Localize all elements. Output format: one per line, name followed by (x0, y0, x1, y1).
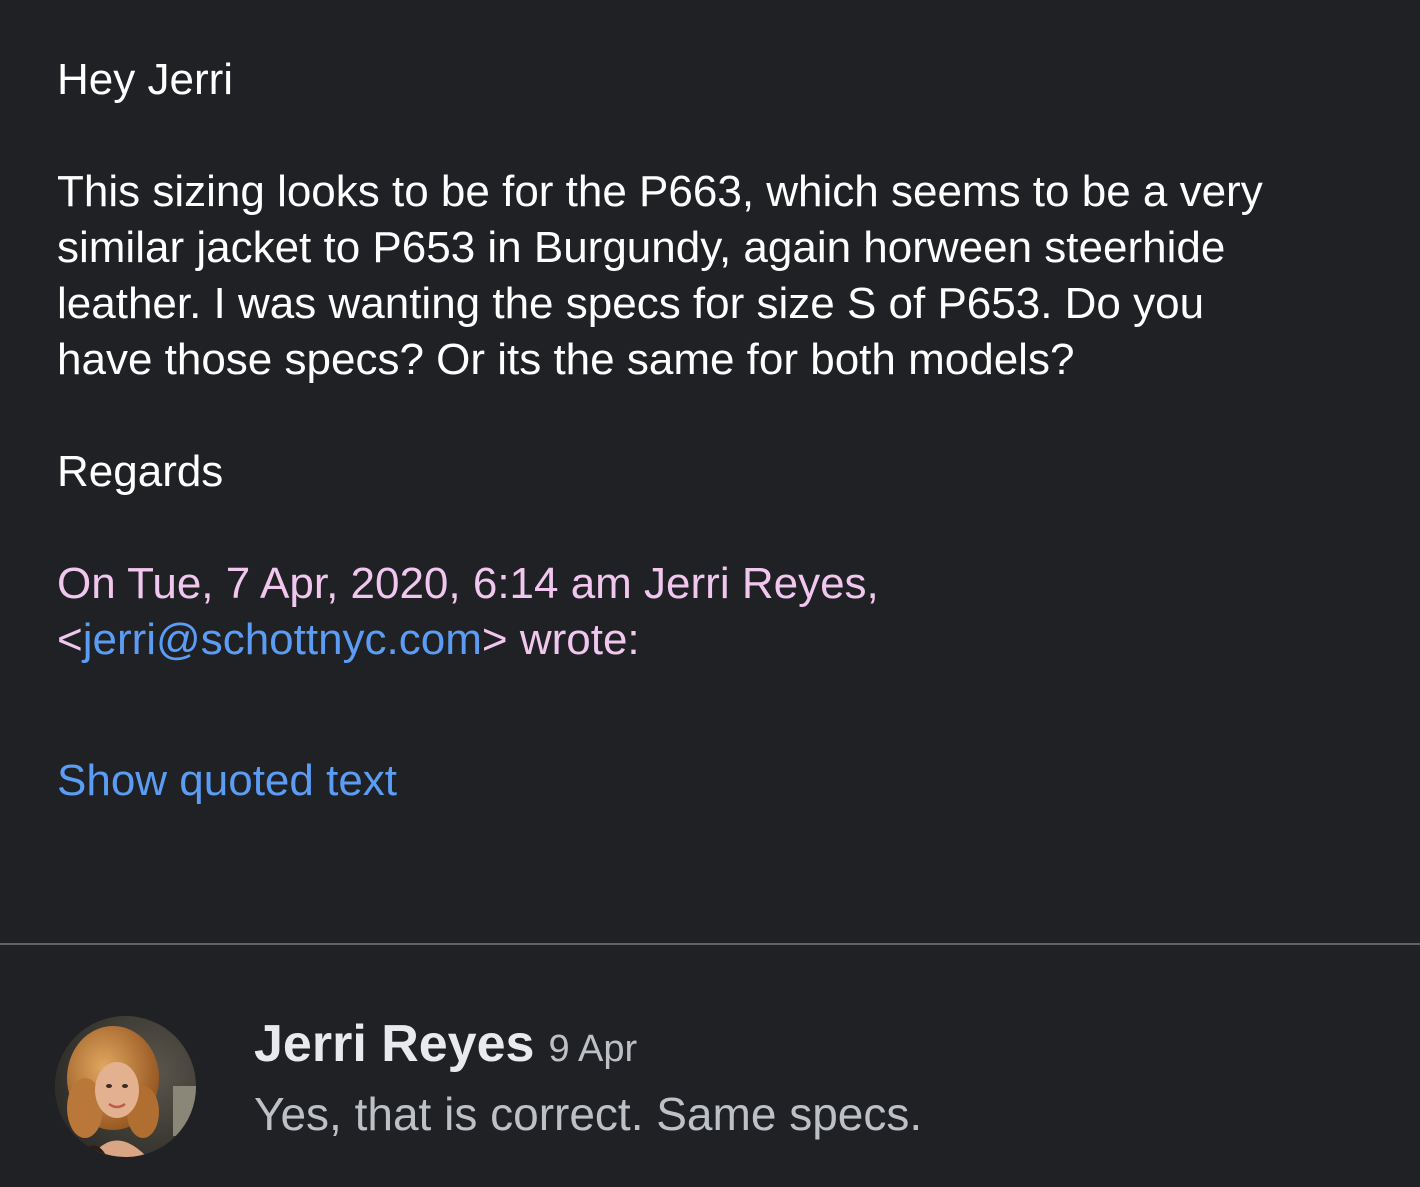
message-divider (0, 943, 1420, 945)
email-bracket-close: > (481, 615, 508, 664)
greeting-text: Hey Jerri (57, 55, 234, 104)
body-line: have those specs? Or its the same for bo… (57, 335, 1075, 384)
email-bracket-open: < (57, 615, 83, 664)
body-paragraph: This sizing looks to be for the P663, wh… (57, 164, 1377, 388)
avatar-photo-icon (55, 1016, 196, 1157)
reply-snippet: Yes, that is correct. Same specs. (254, 1088, 923, 1140)
show-quoted-text-link[interactable]: Show quoted text (57, 753, 397, 809)
avatar[interactable] (55, 1016, 196, 1157)
sender-name: Jerri Reyes (254, 1015, 535, 1073)
reply-date: 9 Apr (548, 1028, 638, 1070)
body-line: similar jacket to P653 in Burgundy, agai… (57, 223, 1226, 272)
collapsed-reply-item[interactable]: Jerri Reyes 9 Apr Yes, that is correct. S… (0, 1014, 1420, 1159)
wrote-text: wrote: (507, 615, 640, 664)
quote-attribution: On Tue, 7 Apr, 2020, 6:14 am Jerri Reyes… (57, 556, 1377, 668)
reply-header: Jerri Reyes 9 Apr (254, 1014, 637, 1074)
sender-email-link[interactable]: jerri@schottnyc.com (83, 615, 482, 664)
body-line: leather. I was wanting the specs for siz… (57, 279, 1205, 328)
body-line: This sizing looks to be for the P663, wh… (57, 167, 1263, 216)
quote-attribution-email-line: <jerri@schottnyc.com> wrote: (57, 612, 1377, 668)
quote-attribution-line: On Tue, 7 Apr, 2020, 6:14 am Jerri Reyes… (57, 559, 879, 608)
signoff-text: Regards (57, 447, 224, 496)
message-body: Hey Jerri This sizing looks to be for th… (57, 52, 1377, 668)
